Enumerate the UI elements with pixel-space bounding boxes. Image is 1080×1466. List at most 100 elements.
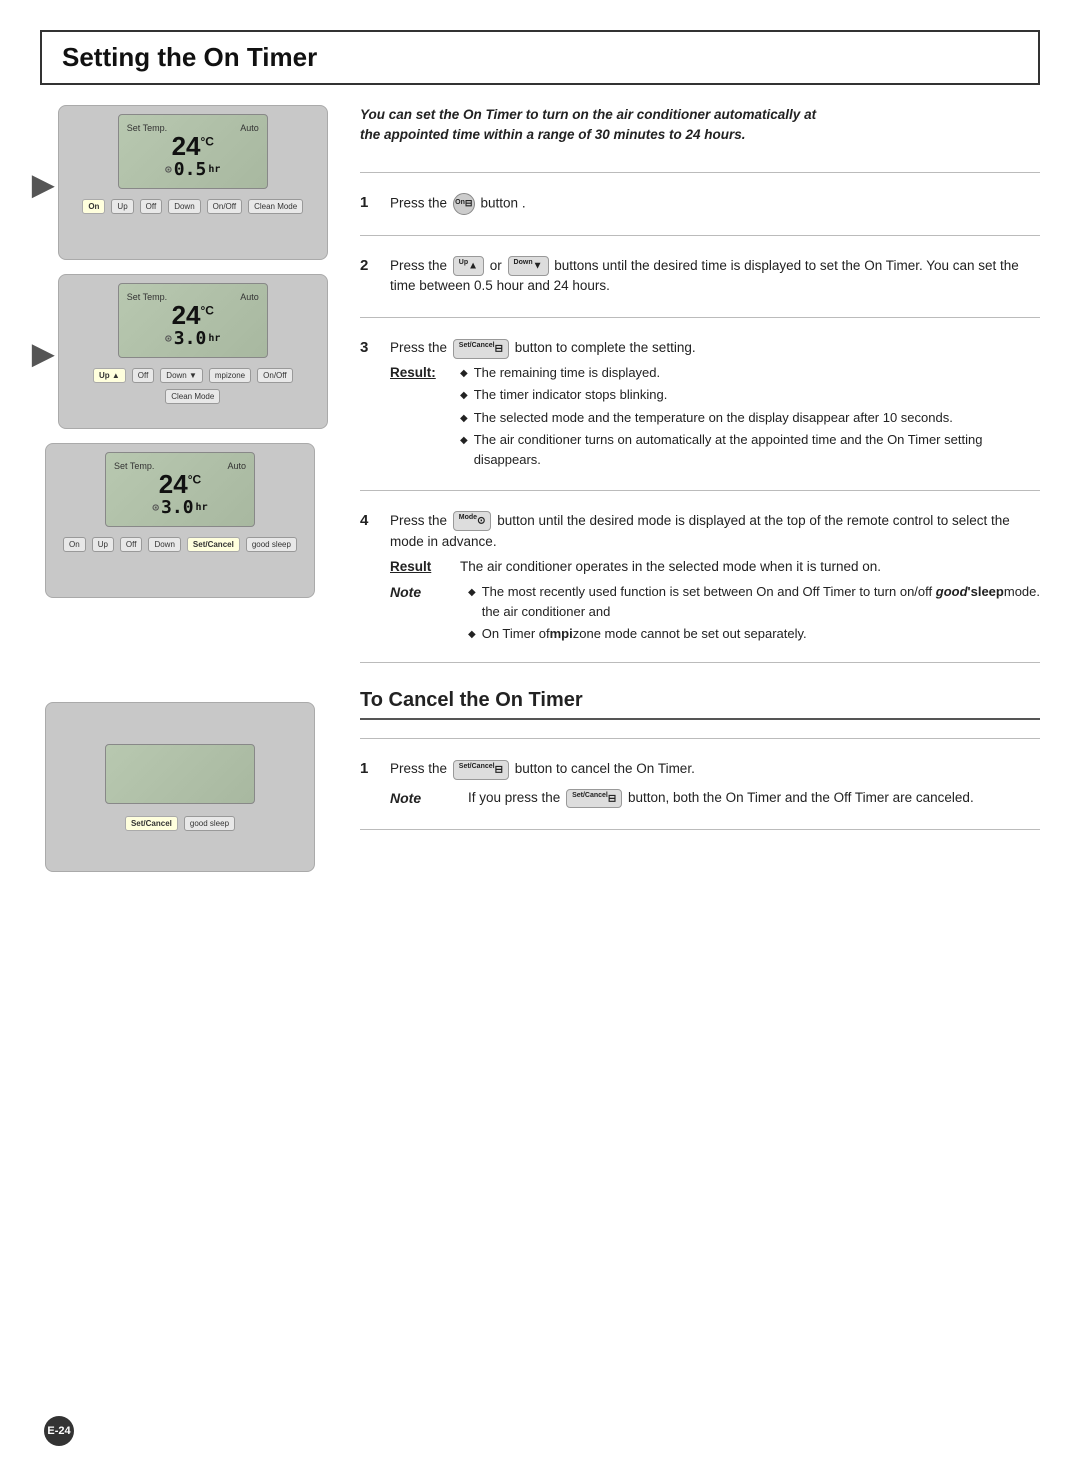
note-row-4: Note The most recently used function is … [390, 582, 1040, 646]
timer-unit-1: hr [208, 164, 220, 175]
clean-mode-btn-2: Clean Mode [165, 389, 220, 404]
mode-label-1: Auto [240, 123, 259, 133]
timer-display-3: ⊙ 3.0 hr [152, 497, 207, 518]
set-cancel-btn-3: Set/Cancel [187, 537, 240, 552]
step-num-1: 1 [360, 194, 382, 211]
on-btn-1: On [82, 199, 105, 214]
bullet-3-3: The selected mode and the temperature on… [460, 408, 1040, 428]
onoff-btn-2: On/Off [257, 368, 292, 383]
step-4-result-block: Result The air conditioner operates in t… [390, 557, 1040, 646]
on-button-icon: On⊟ [453, 193, 475, 215]
cancel-step-content-1: Press the Set/Cancel⊟ button to cancel t… [390, 759, 1040, 813]
down-button-icon: Down▼ [508, 256, 549, 276]
cancel-step-num-1: 1 [360, 760, 382, 777]
mode-label-2: Auto [240, 292, 259, 302]
bullet-3-1: The remaining time is displayed. [460, 363, 1040, 383]
divider-3 [360, 490, 1040, 491]
temp-display-2: 24°C [172, 302, 214, 328]
note-bullets-4: The most recently used function is set b… [468, 582, 1040, 646]
remote-image-1: ▶ Set Temp. Auto 24°C ⊙ 0.5 hr [32, 105, 328, 264]
step-content-4: Press the Mode⊙ button until the desired… [390, 511, 1040, 646]
result-label-3: Result: [390, 363, 460, 384]
remote-screen-3: Set Temp. Auto 24°C ⊙ 3.0 hr [105, 452, 255, 527]
bullet-3-4: The air conditioner turns on automatical… [460, 430, 1040, 470]
timer-value-1: 0.5 [174, 159, 207, 180]
timer-unit-3: hr [196, 502, 208, 513]
set-temp-label-3: Set Temp. [114, 461, 154, 471]
onoff-btn-1: On/Off [207, 199, 242, 214]
timer-on-icon-1: ⊙ [165, 163, 172, 176]
step-1: 1 Press the On⊟ button . [360, 181, 1040, 227]
remote-control-3: Set Temp. Auto 24°C ⊙ 3.0 hr On Up [45, 443, 315, 598]
mode-label-3: Auto [227, 461, 246, 471]
off-btn-3: Off [120, 537, 143, 552]
intro-text: You can set the On Timer to turn on the … [360, 105, 1040, 146]
step-content-1: Press the On⊟ button . [390, 193, 1040, 219]
divider-5 [360, 738, 1040, 739]
good-sleep-btn-3: good sleep [246, 537, 297, 552]
result-text-4: The air conditioner operates in the sele… [460, 557, 881, 578]
divider-6 [360, 829, 1040, 830]
cancel-note-label: Note [390, 788, 460, 810]
cancel-set-cancel-icon: Set/Cancel⊟ [453, 760, 509, 780]
cancel-note-text: If you press the Set/Cancel⊟ button, bot… [468, 788, 974, 809]
clean-btn-1: Clean Mode [248, 199, 303, 214]
on-btn-3: On [63, 537, 86, 552]
step-4-text: Press the Mode⊙ button until the desired… [390, 511, 1040, 553]
remote-screen-2: Set Temp. Auto 24°C ⊙ 3.0 hr [118, 283, 268, 358]
off-btn-2: Off [132, 368, 155, 383]
step-content-3: Press the Set/Cancel⊟ button to complete… [390, 338, 1040, 474]
cancel-section-title: To Cancel the On Timer [360, 689, 1040, 720]
set-temp-label-1: Set Temp. [127, 123, 167, 133]
page-title: Setting the On Timer [62, 42, 1018, 73]
arrow-icon-2: ▶ [32, 337, 54, 370]
divider-2 [360, 317, 1040, 318]
result-label-4: Result [390, 557, 460, 578]
to-label: To Cancel the On Timer [360, 689, 583, 712]
step-num-2: 2 [360, 257, 382, 274]
remote-screen-1: Set Temp. Auto 24°C ⊙ 0.5 hr [118, 114, 268, 189]
page: Setting the On Timer ▶ Set Temp. Auto 24… [0, 0, 1080, 1466]
page-number: E-24 [44, 1416, 74, 1446]
cancel-step-1-text: Press the Set/Cancel⊟ button to cancel t… [390, 759, 1040, 780]
cancel-step-1: 1 Press the Set/Cancel⊟ button to cancel… [360, 747, 1040, 821]
off-btn-1: Off [140, 199, 163, 214]
bullet-3-2: The timer indicator stops blinking. [460, 385, 1040, 405]
mode-button-icon: Mode⊙ [453, 511, 492, 531]
main-content: ▶ Set Temp. Auto 24°C ⊙ 0.5 hr [0, 85, 1080, 1426]
timer-on-icon-3: ⊙ [152, 501, 159, 514]
cancel-note-btn-icon: Set/Cancel⊟ [566, 789, 622, 809]
step-2: 2 Press the Up▲ or Down▼ buttons until t… [360, 244, 1040, 310]
arrow-icon-1: ▶ [32, 168, 54, 201]
step-2-text: Press the Up▲ or Down▼ buttons until the… [390, 256, 1040, 298]
remote-image-2: ▶ Set Temp. Auto 24°C ⊙ 3.0 hr [32, 274, 328, 433]
step-num-3: 3 [360, 339, 382, 356]
temp-display-3: 24°C [159, 471, 201, 497]
down-btn-2: Down ▼ [160, 368, 203, 383]
step-3: 3 Press the Set/Cancel⊟ button to comple… [360, 326, 1040, 482]
cancel-buttons: Set/Cancel good sleep [125, 816, 235, 831]
note-label-4: Note [390, 582, 460, 604]
step-num-4: 4 [360, 512, 382, 529]
up-btn-2: Up ▲ [93, 368, 126, 383]
up-btn-3: Up [92, 537, 114, 552]
cancel-good-btn: good sleep [184, 816, 235, 831]
divider-4 [360, 662, 1040, 663]
down-btn-1: Down [168, 199, 200, 214]
remote-control-1: Set Temp. Auto 24°C ⊙ 0.5 hr On Up [58, 105, 328, 260]
result-row-4: Result The air conditioner operates in t… [390, 557, 1040, 578]
timer-unit-2: hr [208, 333, 220, 344]
down-btn-3: Down [148, 537, 180, 552]
left-column: ▶ Set Temp. Auto 24°C ⊙ 0.5 hr [0, 85, 340, 1406]
remote-image-4: Set/Cancel good sleep [45, 702, 315, 872]
remote-buttons-1: On Up Off Down On/Off Clean Mode [69, 199, 317, 214]
step-4: 4 Press the Mode⊙ button until the desir… [360, 499, 1040, 654]
result-bullets-3: The remaining time is displayed. The tim… [460, 363, 1040, 472]
cancel-note-row: Note If you press the Set/Cancel⊟ button… [390, 788, 1040, 813]
result-row-3: Result: The remaining time is displayed.… [390, 363, 1040, 472]
step-1-text: Press the On⊟ button . [390, 193, 1040, 215]
timer-on-icon-2: ⊙ [165, 332, 172, 345]
cancel-set-cancel-btn: Set/Cancel [125, 816, 178, 831]
remote-image-3: Set Temp. Auto 24°C ⊙ 3.0 hr On Up [45, 443, 315, 602]
set-temp-label-2: Set Temp. [127, 292, 167, 302]
